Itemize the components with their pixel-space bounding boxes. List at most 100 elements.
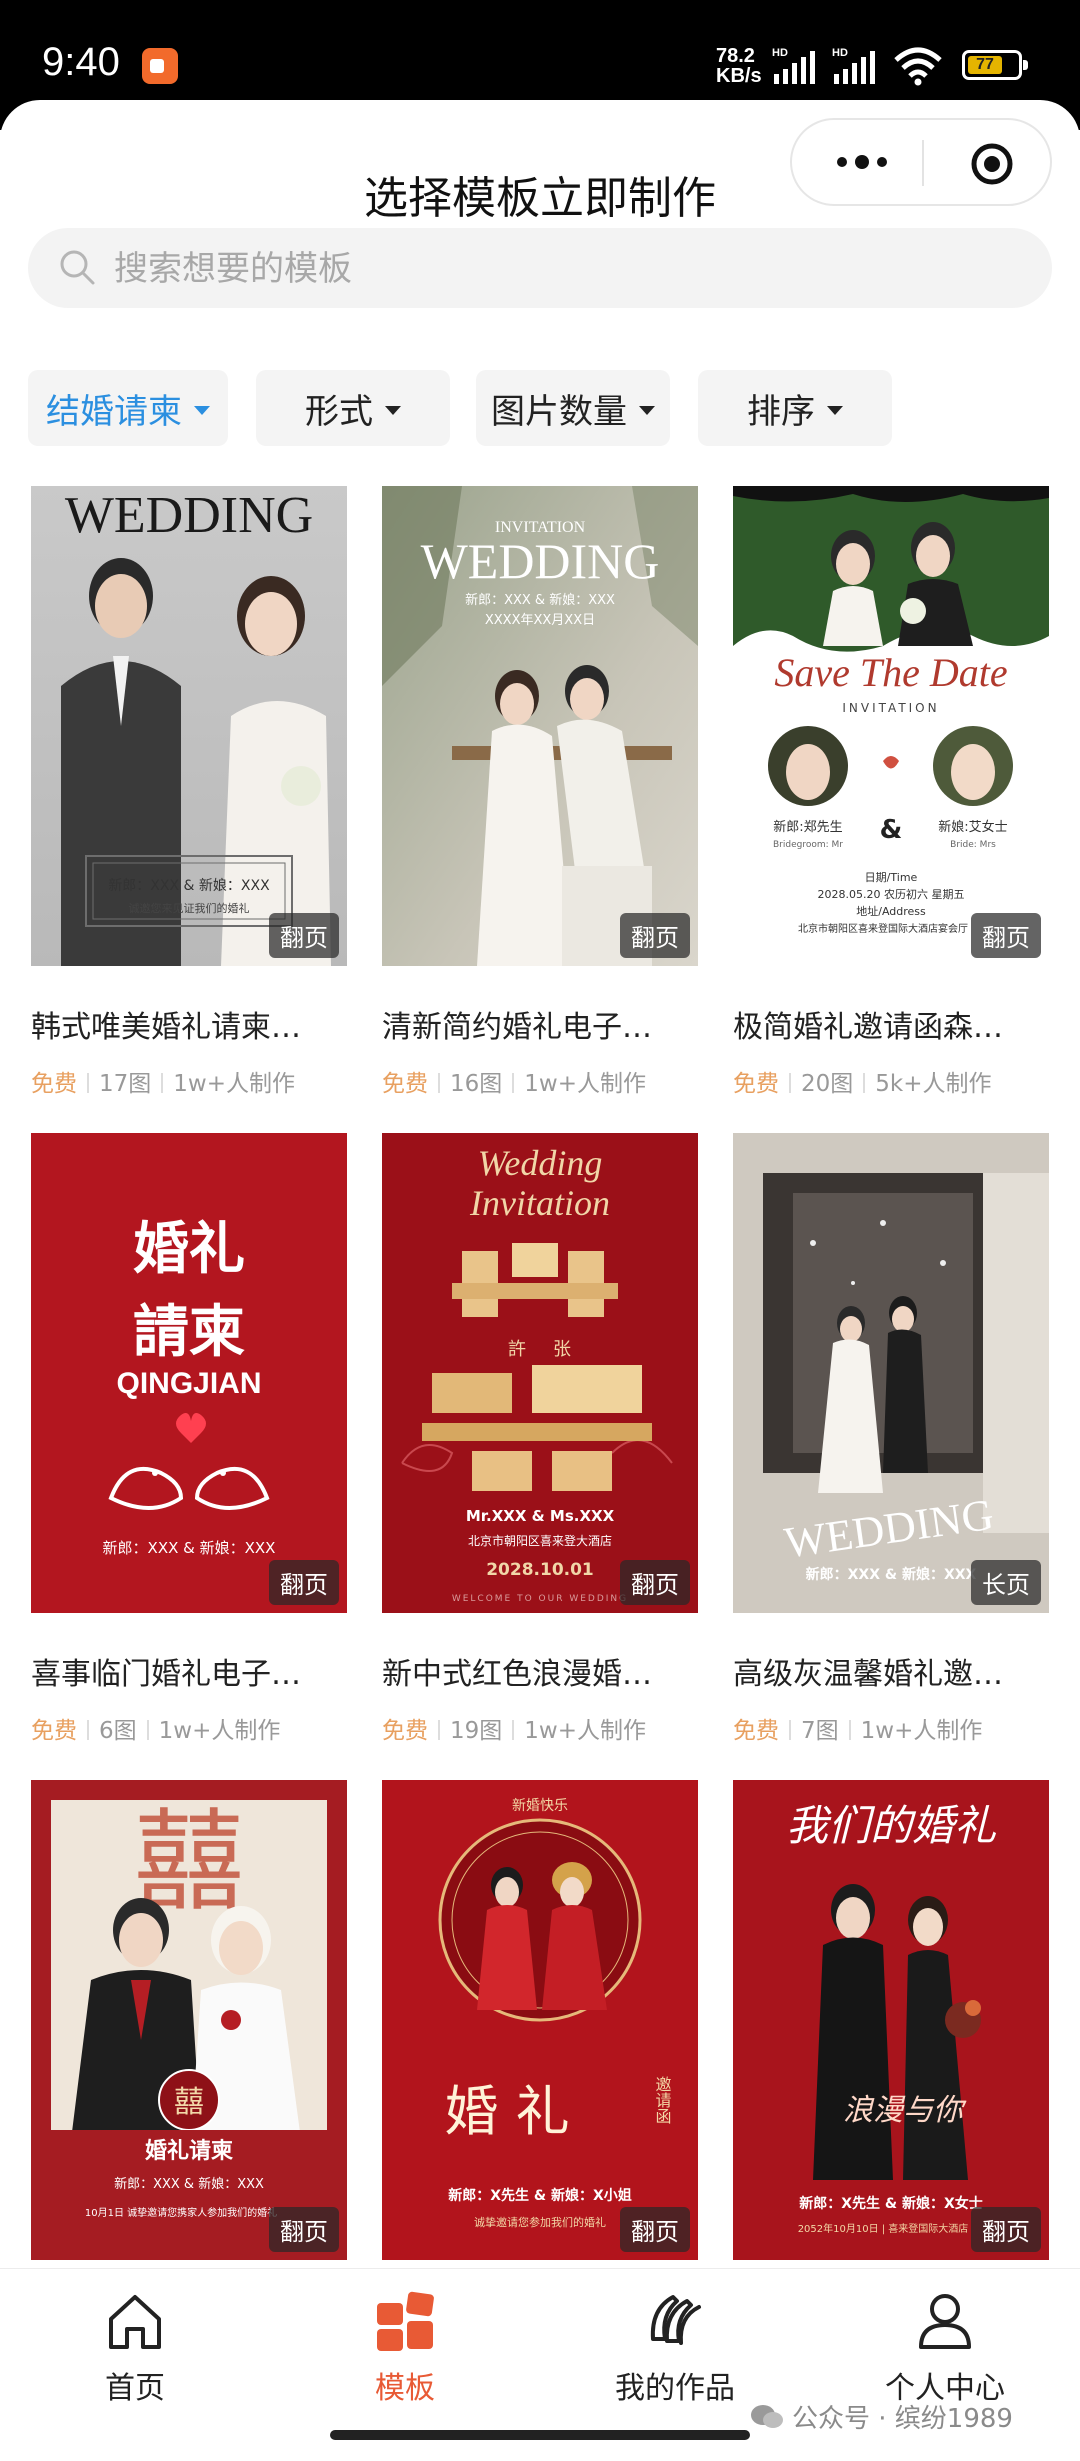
template-card[interactable]: 新婚快乐 婚 礼 邀请函 新郎：X先生 & 新娘：X小姐 诚挚邀请您参加我们的婚… <box>382 1780 698 2260</box>
user-icon <box>919 2294 971 2349</box>
home-icon <box>109 2295 161 2349</box>
page-type-badge: 翻页 <box>620 2207 690 2252</box>
template-thumbnail: WEDDING 新郎：XXX & 新娘：XXX 诚邀您来见证我们的婚礼 翻页 <box>31 486 347 966</box>
price-label: 免费 <box>382 1071 428 1097</box>
wechat-icon <box>751 2404 783 2428</box>
image-count: 16图 <box>450 1071 503 1097</box>
template-card[interactable]: Wedding Invitation 許 张 Mr.XXX & Ms.XXX 北… <box>382 1133 698 1745</box>
template-card[interactable]: Save The Date INVITATION 新郎:郑先生 Bridegro… <box>733 486 1049 1098</box>
template-thumbnail: 新婚快乐 婚 礼 邀请函 新郎：X先生 & 新娘：X小姐 诚挚邀请您参加我们的婚… <box>382 1780 698 2260</box>
page-type-badge: 翻页 <box>971 913 1041 958</box>
filter-category-label: 结婚请柬 <box>46 391 182 432</box>
template-card[interactable]: 婚礼 請柬 QINGJIAN 新郎：XXX & 新娘：XXX 翻页 喜事临门婚礼… <box>31 1133 347 1745</box>
thumb-invite: 10月1日 诚挚邀请您携家人参加我们的婚礼 <box>85 2206 277 2219</box>
thumb-date-label: 日期/Time <box>865 871 918 884</box>
template-title: 极简婚礼邀请函森… <box>733 1010 1003 1045</box>
thumb-heading: Wedding <box>478 1143 603 1183</box>
maker-count: 1w+人制作 <box>158 1718 281 1744</box>
battery-icon: 77 <box>962 50 1028 80</box>
tab-profile[interactable]: 个人中心 <box>845 2289 1045 2407</box>
image-count: 6图 <box>99 1718 137 1744</box>
thumb-bride-en: Bride: Mrs <box>950 840 996 850</box>
battery-level: 77 <box>968 56 1002 74</box>
tab-templates[interactable]: 模板 <box>305 2289 505 2407</box>
filter-image-count-label: 图片数量 <box>491 391 627 432</box>
thumb-names: 新郎：XXX & 新娘：XXX <box>103 1539 276 1557</box>
thumb-date: 2028.05.20 农历初六 星期五 <box>818 887 965 901</box>
filter-image-count[interactable]: 图片数量 <box>476 370 670 446</box>
thumb-heading: WEDDING <box>65 487 313 544</box>
search-input[interactable] <box>112 240 1016 298</box>
template-title: 新中式红色浪漫婚… <box>382 1657 652 1692</box>
page-type-badge: 翻页 <box>269 2207 339 2252</box>
status-time: 9:40 <box>42 40 120 84</box>
tab-home[interactable]: 首页 <box>35 2289 235 2407</box>
signal-icon: HD <box>772 47 815 84</box>
thumb-names: 新郎：XXX & 新娘：XXX <box>114 2176 264 2192</box>
thumb-names: 新郎：X先生 & 新娘：X女士 <box>799 2195 983 2212</box>
svg-text:&: & <box>880 815 903 845</box>
maker-count: 1w+人制作 <box>524 1718 646 1744</box>
screen-record-icon <box>142 48 178 84</box>
wifi-icon <box>894 47 942 86</box>
image-count: 7图 <box>801 1718 839 1744</box>
price-label: 免费 <box>733 1718 779 1744</box>
thumb-groom: 新郎:郑先生 <box>773 819 842 835</box>
thumb-surname-b: 张 <box>553 1339 571 1360</box>
page-type-badge: 翻页 <box>971 2207 1041 2252</box>
template-meta: 免费 7图 1w+人制作 <box>733 1711 1049 1745</box>
template-card[interactable]: WEDDING 新郎：XXX & 新娘：XXX 长页 高级灰温馨婚礼邀… 免费 7… <box>733 1133 1049 1745</box>
more-dots-icon[interactable] <box>832 144 892 180</box>
thumb-date: 2028.10.01 <box>486 1560 594 1580</box>
maker-count: 1w+人制作 <box>524 1071 646 1097</box>
thumb-names: Mr.XXX & Ms.XXX <box>466 1507 615 1525</box>
thumb-heading: WEDDING <box>421 533 660 589</box>
template-title: 高级灰温馨婚礼邀… <box>733 1657 1003 1692</box>
sig-label: HD <box>772 47 788 59</box>
search-icon <box>60 250 95 285</box>
thumb-addr: 北京市朝阳区喜来登国际大酒店宴会厅 <box>798 922 968 935</box>
thumb-date: 2052年10月10日 | 喜来登国际大酒店 <box>798 2222 969 2235</box>
filter-sort[interactable]: 排序 <box>698 370 892 446</box>
tab-my-works-label: 我的作品 <box>615 2371 735 2406</box>
filter-sort-label: 排序 <box>747 391 815 432</box>
template-title: 喜事临门婚礼电子… <box>31 1657 301 1692</box>
template-grid-icon <box>377 2291 434 2351</box>
thumb-groom-en: Bridegroom: Mr <box>773 840 843 850</box>
target-circle-icon[interactable] <box>970 142 1014 186</box>
net-speed-value: 78.2 <box>716 45 755 67</box>
search-bar[interactable] <box>28 228 1052 308</box>
tab-my-works[interactable]: 我的作品 <box>575 2289 775 2407</box>
signal-icon-2: HD <box>832 47 875 84</box>
net-speed-unit: KB/s <box>716 65 762 87</box>
thumb-sub: Invitation <box>469 1183 610 1223</box>
sig-label-2: HD <box>832 47 848 59</box>
template-card[interactable]: 囍 囍 婚礼请柬 新郎：XXX & 新娘：XXX 10月1日 诚挚邀请您携家人参… <box>31 1780 347 2260</box>
template-card[interactable]: WEDDING 新郎：XXX & 新娘：XXX 诚邀您来见证我们的婚礼 翻页 韩… <box>31 486 347 1098</box>
filter-format[interactable]: 形式 <box>256 370 450 446</box>
chevron-down-icon <box>639 405 655 415</box>
tab-home-label: 首页 <box>105 2371 165 2406</box>
thumb-invite: 诚邀您来见证我们的婚礼 <box>129 901 250 915</box>
template-thumbnail: INVITATION WEDDING 新郎：XXX & 新娘：XXX XXXX年… <box>382 486 698 966</box>
thumb-sub: 浪漫与你 <box>843 2093 967 2128</box>
thumb-greeting: 新婚快乐 <box>512 1798 568 1814</box>
template-thumbnail: 囍 囍 婚礼请柬 新郎：XXX & 新娘：XXX 10月1日 诚挚邀请您携家人参… <box>31 1780 347 2260</box>
thumb-heading: 婚 礼 <box>444 2080 569 2143</box>
thumb-heading: Save The Date <box>774 650 1007 695</box>
thumb-welcome: WELCOME TO OUR WEDDING <box>452 1594 628 1604</box>
thumb-names: 新郎：XXX & 新娘：XXX <box>806 1566 977 1583</box>
template-thumbnail: 婚礼 請柬 QINGJIAN 新郎：XXX & 新娘：XXX 翻页 <box>31 1133 347 1613</box>
page-type-badge: 翻页 <box>269 1560 339 1605</box>
thumb-sub: 邀请函 <box>653 2076 672 2124</box>
chevron-down-icon <box>827 405 843 415</box>
thumb-date: XXXX年XX月XX日 <box>485 613 595 628</box>
image-count: 17图 <box>99 1071 152 1097</box>
template-card[interactable]: 我们的婚礼 浪漫与你 新郎：X先生 & 新娘：X女士 2052年10月10日 |… <box>733 1780 1049 2260</box>
filter-category[interactable]: 结婚请柬 <box>28 370 228 446</box>
tab-templates-label: 模板 <box>375 2371 435 2406</box>
capsule-divider <box>922 140 924 186</box>
price-label: 免费 <box>31 1718 77 1744</box>
mini-program-capsule <box>790 118 1052 206</box>
template-card[interactable]: INVITATION WEDDING 新郎：XXX & 新娘：XXX XXXX年… <box>382 486 698 1098</box>
